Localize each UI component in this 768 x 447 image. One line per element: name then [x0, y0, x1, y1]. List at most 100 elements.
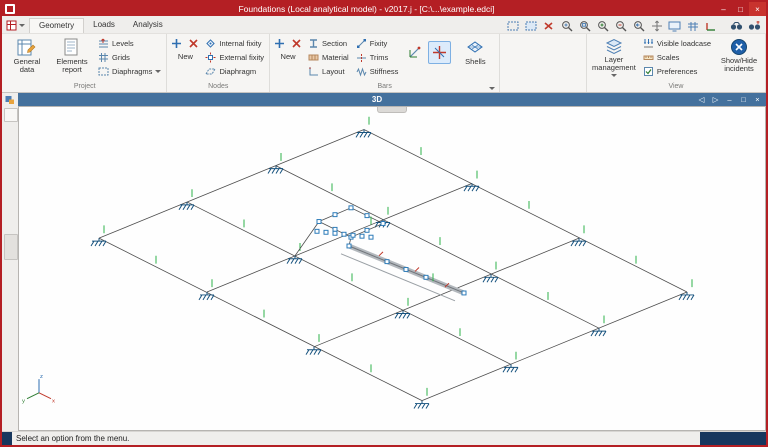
- internal-fixity-button[interactable]: Internal fixity: [203, 37, 266, 50]
- node-diaphragm-icon: [205, 66, 216, 77]
- chevron-down-icon: [611, 74, 617, 77]
- general-data-icon: [17, 38, 37, 57]
- select-crossing-button[interactable]: [522, 19, 539, 33]
- bar-local-axes-icon: [407, 45, 422, 60]
- viewport-prev-button[interactable]: ◁: [696, 95, 707, 104]
- bar-new-button[interactable]: [273, 37, 286, 50]
- layer-management-button[interactable]: Layer management: [590, 35, 638, 82]
- tab-loads[interactable]: Loads: [84, 18, 124, 33]
- preferences-button[interactable]: Preferences: [641, 65, 713, 78]
- minimize-button[interactable]: –: [715, 2, 732, 16]
- viewport-title: 3D: [58, 95, 696, 104]
- viewport-maximize-button[interactable]: □: [738, 95, 749, 104]
- tab-analysis[interactable]: Analysis: [124, 18, 172, 33]
- node-delete-button[interactable]: [187, 37, 200, 50]
- section-icon: [308, 38, 319, 49]
- layout-button[interactable]: Layout: [306, 65, 351, 78]
- strip-page-button[interactable]: [4, 108, 18, 122]
- bar-fixity-label: Fixity: [370, 39, 388, 48]
- grids-label: Grids: [112, 53, 130, 62]
- viewport-titlebar[interactable]: 3D ◁ ▷ – □ ×: [18, 93, 766, 106]
- search-button[interactable]: [728, 19, 745, 33]
- zoom-window-button[interactable]: [576, 19, 593, 33]
- bars-group-dialog-launcher[interactable]: [489, 87, 495, 90]
- visible-loadcase-button[interactable]: Visible loadcase: [641, 37, 713, 50]
- model-canvas[interactable]: z x y: [18, 106, 766, 431]
- monitor-icon: [668, 21, 681, 32]
- diaphragms-button[interactable]: Diaphragms: [96, 65, 163, 78]
- clear-selection-button[interactable]: [540, 19, 557, 33]
- node-new-label: New: [178, 52, 193, 61]
- section-button[interactable]: Section: [306, 37, 351, 50]
- zoom-out-button[interactable]: [612, 19, 629, 33]
- external-fixity-button[interactable]: External fixity: [203, 51, 266, 64]
- grid-toggle-button[interactable]: [684, 19, 701, 33]
- ribbon-group-project: General data Elements report Levels Grid…: [3, 34, 167, 92]
- general-data-button[interactable]: General data: [6, 35, 48, 82]
- search-next-button[interactable]: [746, 19, 763, 33]
- pan-button[interactable]: [648, 19, 665, 33]
- viewport-minimize-button[interactable]: –: [724, 95, 735, 104]
- axes-toggle-button[interactable]: [702, 19, 719, 33]
- external-fixity-label: External fixity: [219, 53, 264, 62]
- binoculars-icon: [730, 21, 743, 31]
- node-diaphragm-button[interactable]: Diaphragm: [203, 65, 266, 78]
- axis-z-label: z: [40, 374, 43, 380]
- quick-view-toolbar: [504, 19, 766, 33]
- clear-selection-icon: [543, 21, 554, 31]
- show-hide-incidents-button[interactable]: Show/Hide incidents: [716, 35, 762, 82]
- close-button[interactable]: ×: [749, 2, 766, 16]
- external-fixity-icon: [205, 52, 216, 63]
- strip-grip-button[interactable]: [4, 234, 18, 260]
- node-new-button[interactable]: [170, 37, 183, 50]
- bar-orientation-icon: [432, 45, 447, 60]
- bar-local-axes-button[interactable]: [403, 41, 426, 64]
- viewport-next-button[interactable]: ▷: [710, 95, 721, 104]
- bar-fixity-button[interactable]: Fixity: [354, 37, 401, 50]
- canvas-collapse-handle[interactable]: [377, 107, 407, 113]
- project-group-label: Project: [6, 82, 163, 92]
- zoom-out-icon: [615, 20, 627, 32]
- layout-label: Layout: [322, 67, 345, 76]
- bar-delete-button[interactable]: [290, 37, 303, 50]
- viewport-menu-button[interactable]: [2, 93, 18, 106]
- select-window-button[interactable]: [504, 19, 521, 33]
- nodes-group-label: Nodes: [170, 82, 266, 92]
- zoom-window-icon: [579, 20, 591, 32]
- view-group-label: View: [590, 82, 762, 92]
- scales-button[interactable]: Scales: [641, 51, 713, 64]
- viewport-close-button[interactable]: ×: [752, 95, 763, 104]
- layer-management-label: Layer management: [591, 56, 637, 73]
- chevron-down-icon: [155, 70, 161, 73]
- left-toolbar-strip: [2, 106, 18, 431]
- tab-geometry[interactable]: Geometry: [29, 18, 84, 33]
- main-area: z x y: [2, 106, 766, 431]
- axes-icon: [705, 21, 717, 32]
- window-title: Foundations (Local analytical model) - v…: [18, 4, 715, 14]
- trims-label: Trims: [370, 53, 388, 62]
- node-diaphragm-label: Diaphragm: [219, 67, 256, 76]
- elements-report-button[interactable]: Elements report: [51, 35, 93, 82]
- full-screen-button[interactable]: [666, 19, 683, 33]
- levels-button[interactable]: Levels: [96, 37, 163, 50]
- ribbon: General data Elements report Levels Grid…: [2, 34, 766, 93]
- shells-button[interactable]: Shells: [454, 35, 496, 82]
- diaphragms-icon: [98, 66, 109, 77]
- trims-button[interactable]: Trims: [354, 51, 401, 64]
- material-button[interactable]: Material: [306, 51, 351, 64]
- zoom-in-button[interactable]: [594, 19, 611, 33]
- stiffness-button[interactable]: Stiffness: [354, 65, 401, 78]
- delete-icon: [188, 38, 199, 49]
- bar-orientation-toggle[interactable]: [428, 41, 451, 64]
- zoom-extents-button[interactable]: [558, 19, 575, 33]
- delete-icon: [291, 38, 302, 49]
- zoom-previous-button[interactable]: [630, 19, 647, 33]
- app-menu-button[interactable]: [2, 18, 29, 33]
- axis-triad: z x y: [22, 374, 55, 404]
- stiffness-icon: [356, 66, 367, 77]
- maximize-button[interactable]: □: [732, 2, 749, 16]
- material-label: Material: [322, 53, 349, 62]
- grids-button[interactable]: Grids: [96, 51, 163, 64]
- pan-icon: [651, 20, 663, 32]
- trims-icon: [356, 52, 367, 63]
